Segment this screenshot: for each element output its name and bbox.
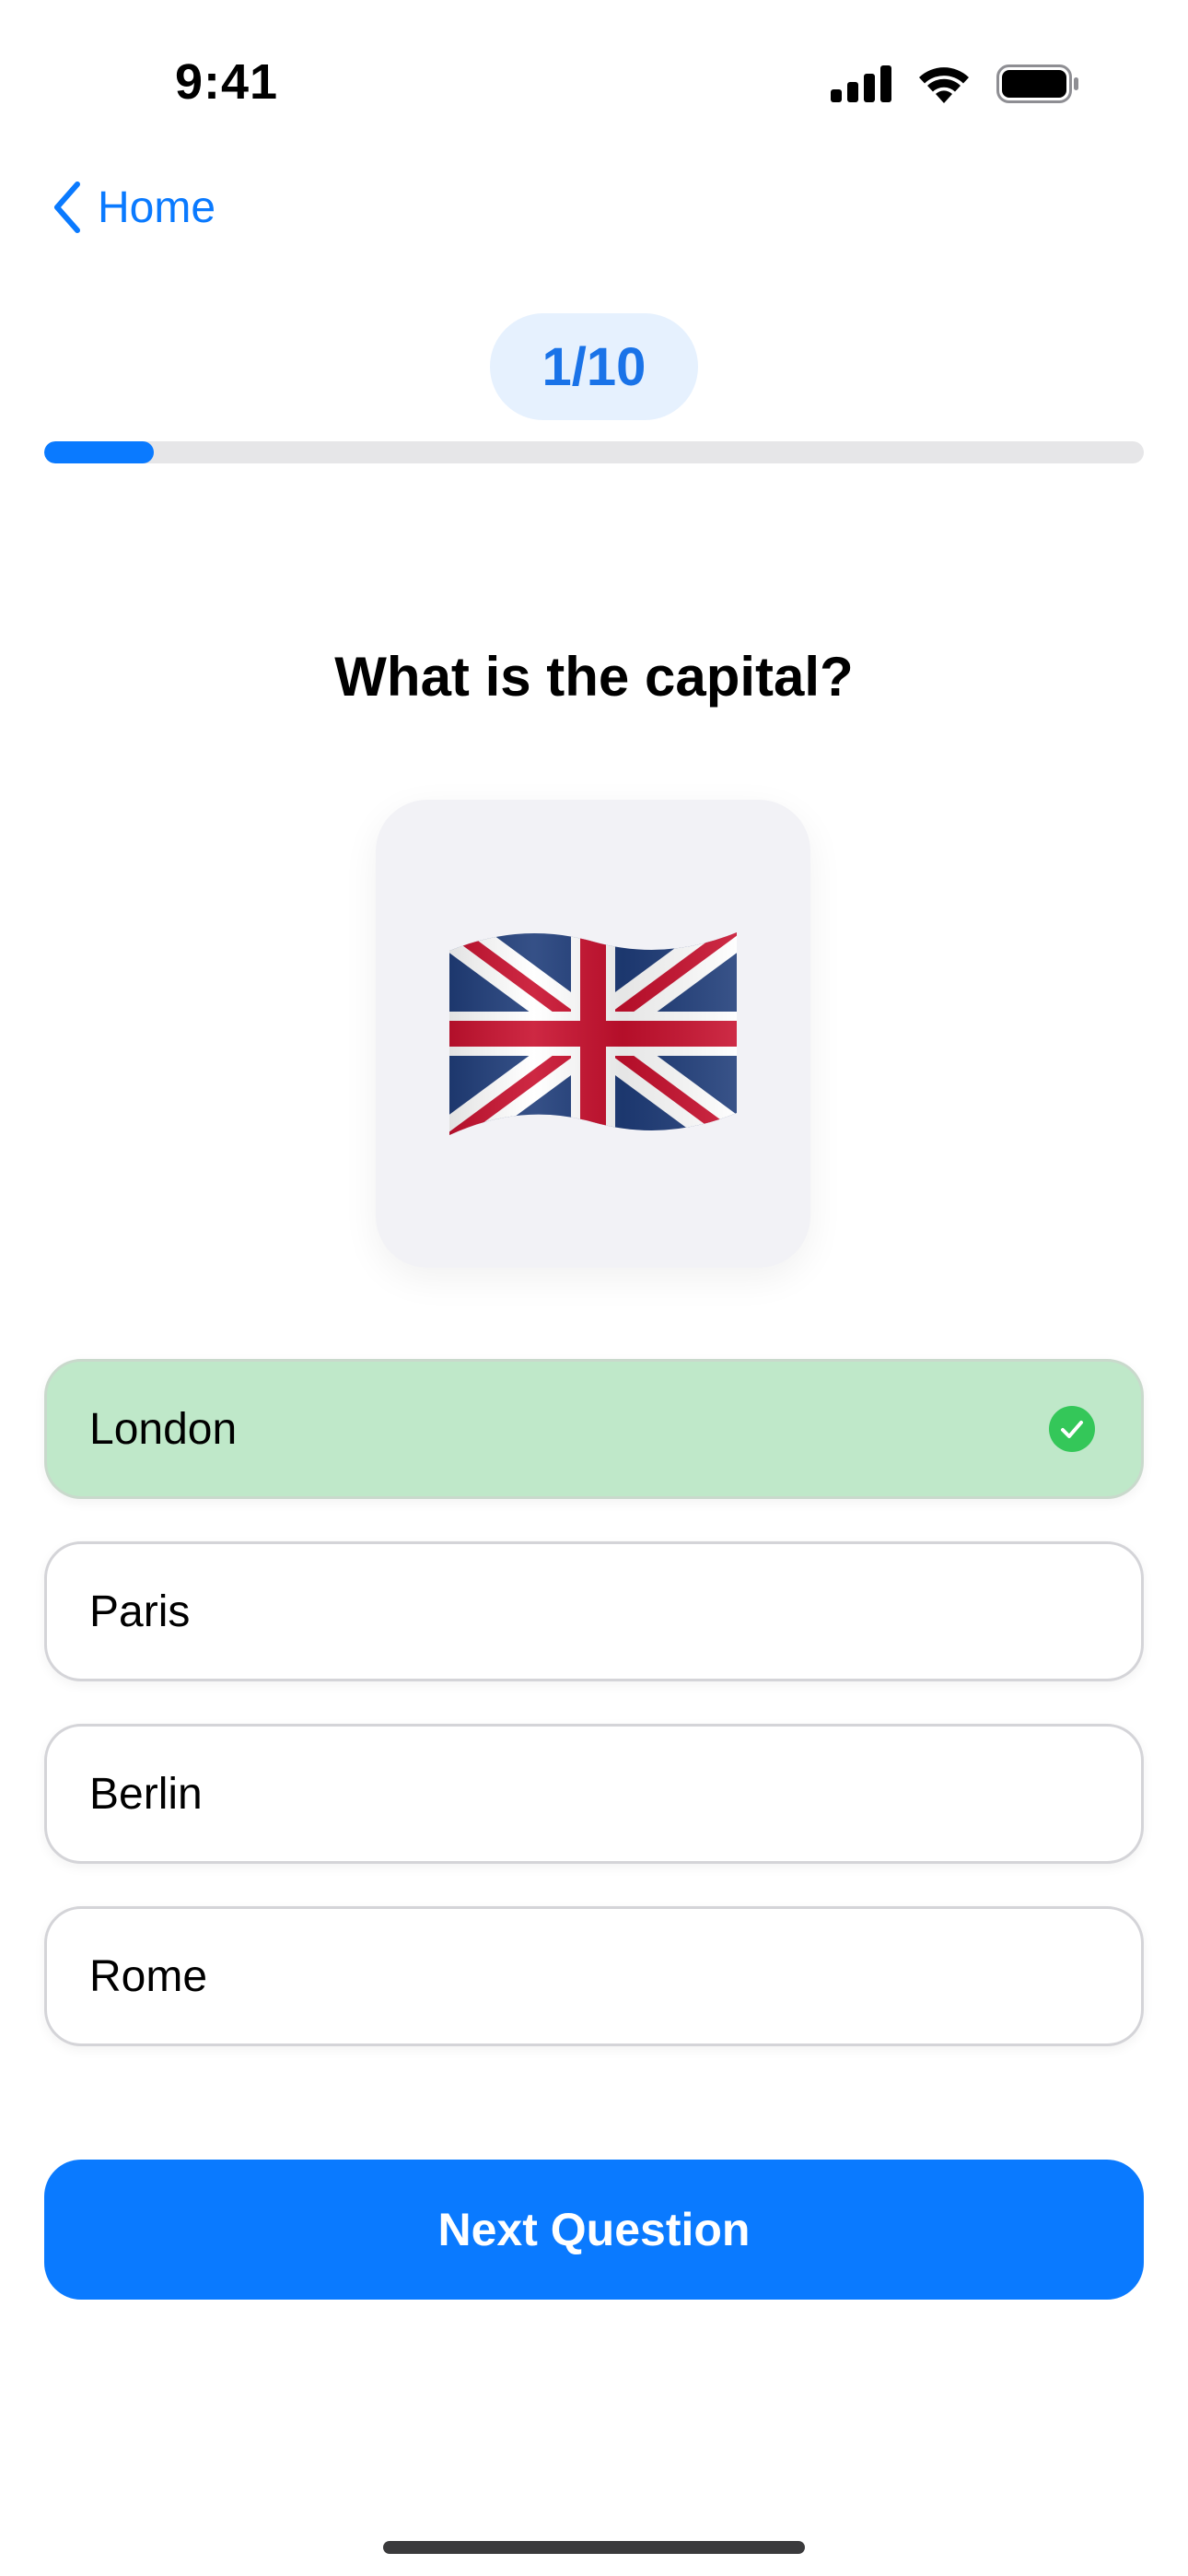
signal-icon: [831, 65, 891, 102]
uk-flag-icon: [449, 932, 737, 1135]
check-circle-icon: [1049, 1406, 1095, 1452]
back-label: Home: [98, 182, 216, 232]
flag-card: [376, 800, 810, 1268]
status-time: 9:41: [175, 54, 279, 110]
chevron-left-icon: [54, 181, 80, 233]
battery-icon: [996, 64, 1078, 103]
answer-option-label: Rome: [89, 1951, 208, 2001]
answer-option-paris[interactable]: Paris: [44, 1541, 1144, 1681]
answer-option-london[interactable]: London: [44, 1359, 1144, 1499]
progress-fill: [44, 441, 155, 463]
question-counter: 1/10: [490, 313, 698, 420]
home-indicator[interactable]: [383, 2541, 805, 2554]
question-text: What is the capital?: [334, 646, 854, 708]
answer-option-berlin[interactable]: Berlin: [44, 1724, 1144, 1864]
answer-option-label: Berlin: [89, 1769, 203, 1819]
wifi-icon: [919, 67, 969, 103]
next-question-button[interactable]: Next Question: [44, 2160, 1144, 2300]
back-button[interactable]: Home: [52, 181, 215, 234]
progress-bar: [44, 441, 1144, 463]
answer-option-rome[interactable]: Rome: [44, 1906, 1144, 2046]
answer-option-label: London: [89, 1404, 238, 1454]
answer-option-label: Paris: [89, 1587, 191, 1636]
status-icons: [831, 64, 1079, 103]
